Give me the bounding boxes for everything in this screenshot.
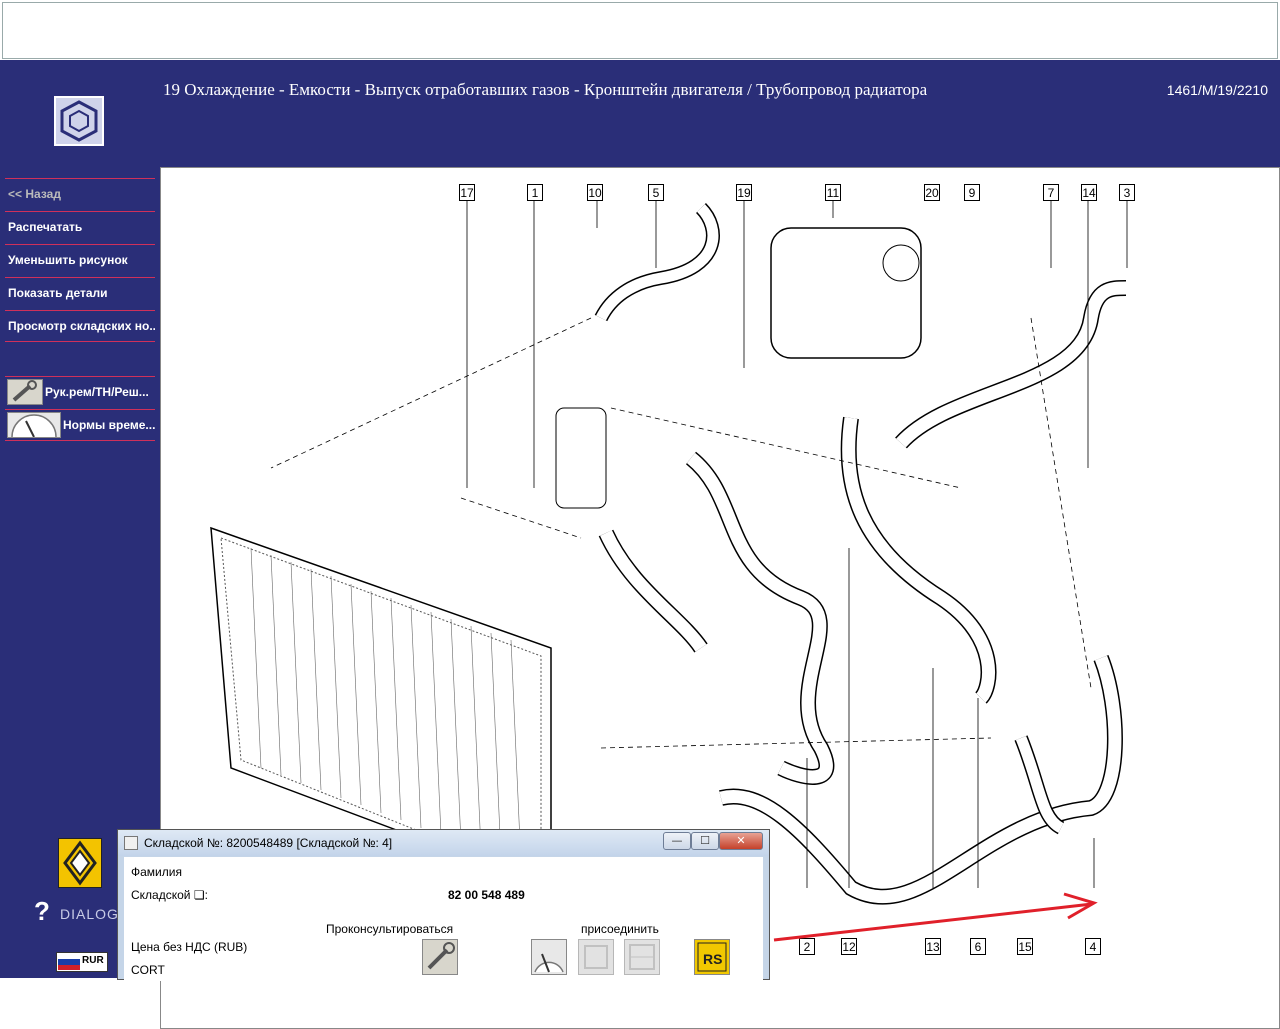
wrench-manual-icon [427, 942, 455, 970]
page-title: 19 Охлаждение - Емкости - Выпуск отработ… [163, 80, 928, 99]
callout-14[interactable]: 14 [1081, 184, 1097, 201]
view-part-numbers-button[interactable]: Просмотр складских но... [5, 310, 155, 342]
print-button[interactable]: Распечатать [5, 211, 155, 242]
stopwatch-icon [534, 953, 564, 973]
part-info-window[interactable]: Складской №: 8200548489 [Складской №: 4]… [117, 829, 770, 981]
popup-body: Фамилия Складской ❏: 82 00 548 489 Проко… [124, 857, 763, 981]
wrench-manual-icon [7, 379, 43, 405]
part-number-label: Складской ❏: [131, 888, 208, 902]
browser-top-bar [0, 0, 1280, 61]
help-dialog-button[interactable]: ? DIALOG [34, 896, 118, 928]
russia-flag-icon [58, 954, 80, 970]
family-label: Фамилия [131, 865, 182, 879]
callout-10[interactable]: 10 [587, 184, 603, 201]
part-number-value: 82 00 548 489 [448, 888, 525, 902]
attach-part-button[interactable] [578, 939, 614, 975]
rs-catalog-icon: RS [697, 942, 727, 972]
price-label: Цена без НДС (RUB) [131, 940, 248, 954]
callout-1[interactable]: 1 [527, 184, 543, 201]
callout-19[interactable]: 19 [736, 184, 752, 201]
callout-7[interactable]: 7 [1043, 184, 1059, 201]
popup-title: Складской №: 8200548489 [Складской №: 4] [144, 836, 393, 850]
cort-label: CORT [131, 963, 165, 977]
labour-times-button[interactable]: Нормы време... [5, 409, 155, 441]
address-area [2, 2, 1278, 59]
renault-logo [58, 838, 102, 888]
callout-3[interactable]: 3 [1119, 184, 1135, 201]
attach-kit-button[interactable] [624, 939, 660, 975]
callout-5[interactable]: 5 [648, 184, 664, 201]
back-button[interactable]: << Назад [5, 178, 155, 209]
zoom-out-button[interactable]: Уменьшить рисунок [5, 244, 155, 275]
show-details-button[interactable]: Показать детали [5, 277, 155, 308]
app-logo [54, 96, 104, 146]
attach-label: присоединить [581, 922, 659, 936]
svg-text:RS: RS [703, 951, 722, 967]
currency-label: RUR [82, 955, 104, 966]
popup-title-bar[interactable]: Складской №: 8200548489 [Складской №: 4]… [118, 830, 769, 856]
maximize-button[interactable]: ☐ [691, 832, 719, 850]
close-button[interactable]: ✕ [719, 832, 763, 850]
callout-11[interactable]: 11 [825, 184, 841, 201]
repair-manual-button[interactable]: Рук.рем/ТН/Реш... [5, 376, 155, 407]
callout-17[interactable]: 17 [459, 184, 475, 201]
callout-9[interactable]: 9 [964, 184, 980, 201]
hex-nut-icon [60, 100, 98, 142]
diagram-reference: 1461/M/19/2210 [1166, 82, 1268, 98]
stopwatch-icon [7, 412, 61, 438]
callout-20[interactable]: 20 [924, 184, 940, 201]
red-annotation-arrow [773, 892, 1098, 942]
question-icon: ? [34, 896, 50, 926]
labour-time-button[interactable] [531, 939, 567, 975]
labour-times-label: Нормы време... [63, 418, 155, 432]
currency-selector[interactable]: RUR [56, 952, 108, 972]
consult-label: Проконсультироваться [326, 922, 454, 936]
minimize-button[interactable]: — [663, 832, 691, 850]
java-app-icon [124, 836, 138, 850]
consult-manual-button[interactable] [422, 939, 458, 975]
kit-grey-icon [629, 944, 655, 970]
help-label: DIALOG [60, 906, 119, 922]
part-grey-icon [584, 945, 608, 969]
repair-manual-label: Рук.рем/ТН/Реш... [45, 385, 149, 399]
rs-catalog-button[interactable]: RS [694, 939, 730, 975]
